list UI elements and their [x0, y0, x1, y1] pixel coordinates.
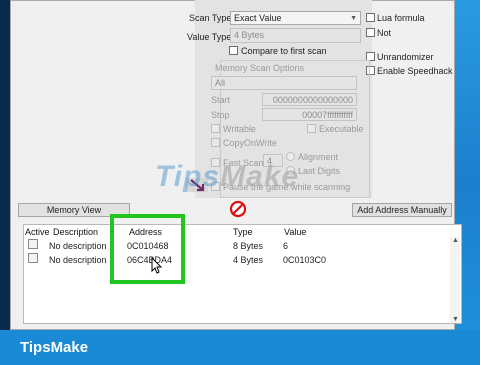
address-list-table: Active Description Address Type Value No… [23, 224, 462, 324]
start-label: Start [211, 95, 231, 105]
row-description: No description [49, 255, 107, 265]
watermark-logo: TipsMake [155, 160, 300, 193]
start-address-field[interactable]: 0000000000000000 [262, 93, 357, 106]
memory-region-value: All [215, 78, 226, 88]
stop-label: Stop [211, 110, 230, 120]
add-address-manually-label: Add Address Manually [357, 205, 447, 215]
scan-type-label: Scan Type [189, 13, 232, 23]
stop-address-field[interactable]: 00007fffffffffff [262, 108, 357, 121]
row-value: 6 [283, 241, 289, 251]
copy-on-write-checkbox[interactable] [211, 138, 220, 147]
scan-type-value: Exact Value [234, 13, 282, 23]
not-checkbox[interactable] [366, 28, 375, 37]
lua-formula-label: Lua formula [377, 13, 425, 23]
start-address-value: 0000000000000000 [272, 95, 353, 105]
executable-label: Executable [319, 124, 364, 134]
unrandomizer-label: Unrandomizer [377, 52, 434, 62]
lua-formula-checkbox[interactable] [366, 13, 375, 22]
chevron-down-icon: ▼ [350, 15, 357, 22]
header-active: Active [25, 227, 50, 237]
enable-speedhack-label: Enable Speedhack [377, 66, 453, 76]
address-highlight-box [110, 214, 185, 284]
header-description: Description [53, 227, 99, 237]
executable-checkbox[interactable] [307, 124, 316, 133]
compare-first-label: Compare to first scan [241, 46, 327, 56]
vertical-scrollbar[interactable]: ▲ ▼ [450, 237, 460, 323]
memory-view-label: Memory View [46, 205, 102, 215]
memory-scan-options-title: Memory Scan Options [213, 63, 307, 73]
value-type-select[interactable]: 4 Bytes [230, 28, 361, 43]
add-address-manually-button[interactable]: Add Address Manually [352, 203, 452, 217]
scan-type-select[interactable]: Exact Value ▼ [230, 11, 361, 25]
footer-banner: TipsMake [0, 330, 480, 365]
row-active-checkbox[interactable] [28, 253, 38, 263]
header-type: Type [233, 227, 253, 237]
not-label: Not [377, 28, 392, 38]
row-type: 8 Bytes [233, 241, 264, 251]
writable-label: Writable [223, 124, 256, 134]
row-value: 0C0103C0 [283, 255, 327, 265]
memory-region-select[interactable]: All [211, 76, 357, 90]
row-type: 4 Bytes [233, 255, 264, 265]
alignment-label: Alignment [298, 152, 339, 162]
scroll-down-icon[interactable]: ▼ [452, 316, 459, 323]
desktop-edge-left [0, 0, 10, 330]
footer-brand: TipsMake [20, 339, 89, 356]
compare-first-checkbox[interactable] [229, 46, 238, 55]
stop-icon[interactable] [229, 200, 247, 218]
writable-checkbox[interactable] [211, 124, 220, 133]
row-description: No description [49, 241, 107, 251]
copy-on-write-label: CopyOnWrite [223, 138, 277, 148]
value-type-value: 4 Bytes [234, 30, 265, 40]
value-type-label: Value Type [187, 32, 232, 42]
last-digits-label: Last Digits [298, 166, 341, 176]
stop-address-value: 00007fffffffffff [302, 110, 353, 120]
scroll-up-icon[interactable]: ▲ [452, 237, 459, 244]
header-value: Value [284, 227, 307, 237]
row-active-checkbox[interactable] [28, 239, 38, 249]
